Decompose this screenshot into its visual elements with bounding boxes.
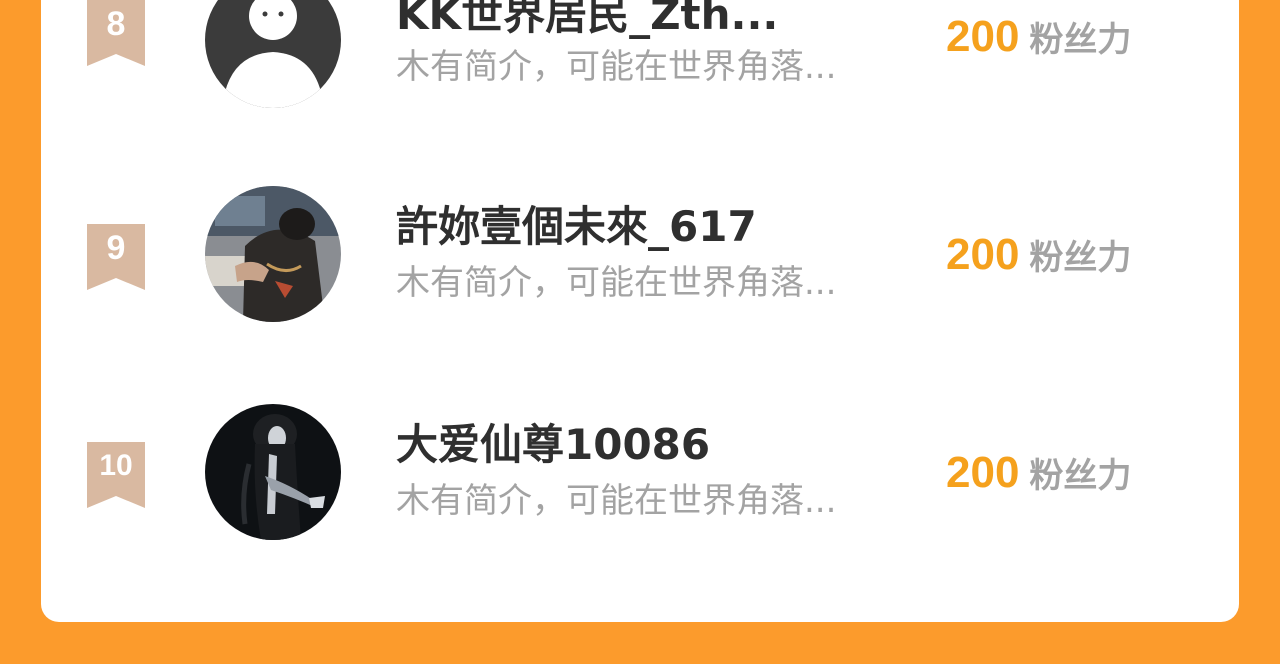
user-avatar[interactable] — [205, 186, 341, 322]
user-name[interactable]: 許妳壹個未來_617 — [396, 202, 757, 252]
list-item[interactable]: 10 大爱仙尊10086 木有简介，可能在世界角落... 200 粉丝力 — [41, 394, 1239, 554]
rank-number: 8 — [106, 5, 126, 43]
user-bio: 木有简介，可能在世界角落... — [396, 47, 837, 87]
fans-power: 200 粉丝力 — [946, 230, 1131, 289]
list-item[interactable]: 9 許妳壹個未來_617 木有简介，可能在世界角落... 200 粉丝力 — [41, 176, 1239, 336]
fans-count: 200 — [946, 12, 1020, 61]
fans-ranking-card: 8 KK世界居民_Zth... 木有简介，可能在世界角落... 200 粉丝力 9 — [41, 0, 1239, 622]
photo-avatar — [205, 186, 341, 322]
user-bio: 木有简介，可能在世界角落... — [396, 481, 837, 521]
rank-badge: 9 — [85, 224, 147, 290]
rank-badge: 10 — [85, 442, 147, 508]
user-name[interactable]: KK世界居民_Zth... — [396, 0, 778, 40]
rank-number: 9 — [106, 229, 126, 267]
fans-unit: 粉丝力 — [1029, 20, 1132, 60]
user-bio: 木有简介，可能在世界角落... — [396, 263, 837, 303]
anime-avatar — [205, 404, 341, 540]
user-avatar[interactable] — [205, 404, 341, 540]
fans-power: 200 粉丝力 — [946, 448, 1131, 507]
fans-count: 200 — [946, 230, 1020, 279]
user-avatar[interactable] — [205, 0, 341, 108]
rank-badge: 8 — [85, 0, 147, 66]
fans-power: 200 粉丝力 — [946, 12, 1131, 71]
fans-count: 200 — [946, 448, 1020, 497]
default-avatar-icon — [205, 0, 341, 108]
rank-number: 10 — [99, 449, 133, 482]
user-name[interactable]: 大爱仙尊10086 — [396, 420, 710, 470]
fans-unit: 粉丝力 — [1029, 456, 1132, 496]
list-item[interactable]: 8 KK世界居民_Zth... 木有简介，可能在世界角落... 200 粉丝力 — [41, 0, 1239, 140]
fans-unit: 粉丝力 — [1029, 238, 1132, 278]
